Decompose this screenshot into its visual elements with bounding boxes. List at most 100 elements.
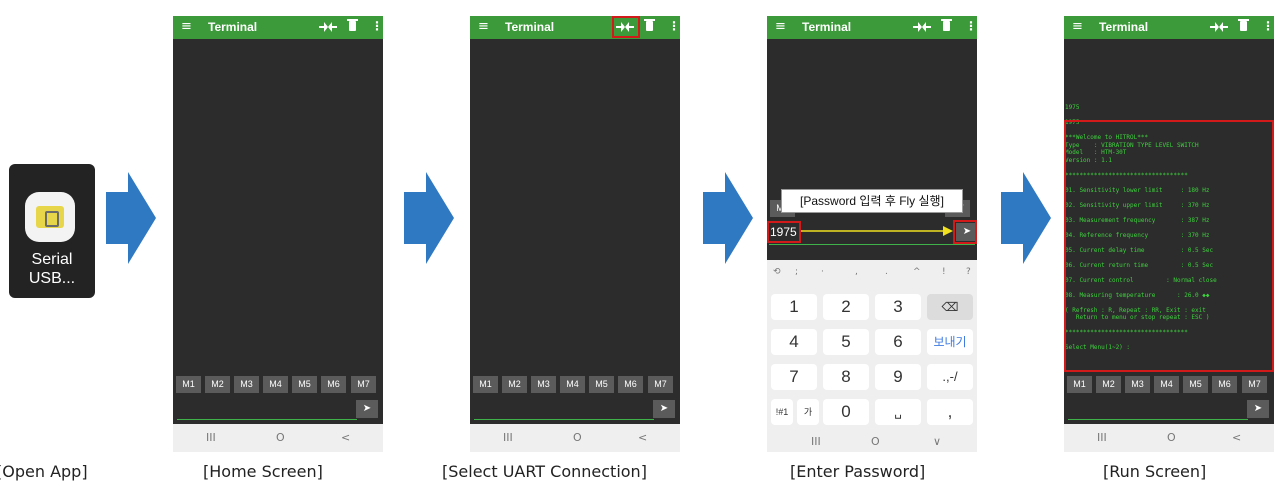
nav-back-icon[interactable]: < [1232, 431, 1241, 444]
symbol-key[interactable]: · [821, 267, 824, 277]
macro-button-m3[interactable]: M3 [234, 376, 259, 393]
nav-back-icon[interactable]: < [341, 431, 350, 444]
app-label-line2: USB... [28, 270, 76, 287]
connect-icon[interactable] [1210, 20, 1228, 34]
macro-button-m3[interactable]: M3 [1125, 376, 1150, 393]
send-input[interactable] [1068, 419, 1248, 420]
nav-hide-keyboard-icon[interactable]: ∨ [933, 435, 941, 448]
macro-button-m3[interactable]: M3 [531, 376, 556, 393]
macro-button-m6[interactable]: M6 [1212, 376, 1237, 393]
macro-button-m7[interactable]: M7 [1242, 376, 1267, 393]
key-hangul[interactable]: 가 [797, 399, 819, 425]
connect-icon[interactable] [913, 20, 931, 34]
symbol-key[interactable]: ^ [913, 267, 921, 277]
nav-home-icon[interactable]: O [871, 435, 880, 448]
key-2[interactable]: 2 [823, 294, 869, 320]
macro-button-m4[interactable]: M4 [560, 376, 585, 393]
trash-icon[interactable] [347, 19, 358, 31]
nav-recent-icon[interactable]: III [1097, 431, 1107, 444]
macro-button-m7[interactable]: M7 [351, 376, 376, 393]
key-1[interactable]: 1 [771, 294, 817, 320]
send-input[interactable] [474, 419, 654, 420]
macro-button-m5[interactable]: M5 [589, 376, 614, 393]
nav-home-icon[interactable]: O [573, 431, 582, 444]
more-options-icon[interactable]: ⋮ [1262, 19, 1274, 33]
key-9[interactable]: 9 [875, 364, 921, 390]
more-options-icon[interactable]: ⋮ [668, 19, 680, 33]
key-4[interactable]: 4 [771, 329, 817, 355]
connect-icon[interactable] [319, 20, 337, 34]
macro-button-m1[interactable]: M1 [176, 376, 201, 393]
terminal-line: 1975 [1065, 104, 1080, 111]
key-3[interactable]: 3 [875, 294, 921, 320]
more-options-icon[interactable]: ⋮ [965, 19, 977, 33]
more-options-icon[interactable]: ⋮ [371, 19, 383, 33]
macro-button-m6[interactable]: M6 [618, 376, 643, 393]
menu-icon[interactable]: ≡ [775, 19, 786, 34]
input-underline [769, 244, 975, 245]
key-send[interactable]: 보내기 [927, 329, 973, 355]
caption-enter-password: [Enter Password] [790, 462, 926, 481]
app-toolbar: ≡ Terminal ⋮ [1064, 16, 1274, 39]
flow-arrow-icon [404, 172, 454, 264]
macro-button-m5[interactable]: M5 [1183, 376, 1208, 393]
send-input[interactable] [177, 419, 357, 420]
key-symbols[interactable]: !#1 [771, 399, 793, 425]
trash-icon[interactable] [941, 19, 952, 31]
macro-button-m2[interactable]: M2 [502, 376, 527, 393]
system-nav-bar: III O < [1064, 424, 1274, 452]
symbol-key[interactable]: ? [966, 267, 971, 277]
symbol-key[interactable]: ! [942, 267, 946, 277]
system-nav-bar: III O < [173, 424, 383, 452]
menu-icon[interactable]: ≡ [478, 19, 489, 34]
yellow-guide-arrow-icon [801, 226, 953, 236]
symbol-key[interactable]: , [855, 267, 858, 277]
nav-back-icon[interactable]: < [638, 431, 647, 444]
send-button[interactable]: ➤ [356, 400, 378, 418]
macro-button-m1[interactable]: M1 [1067, 376, 1092, 393]
trash-icon[interactable] [1238, 19, 1249, 31]
macro-button-m5[interactable]: M5 [292, 376, 317, 393]
macro-button-m4[interactable]: M4 [263, 376, 288, 393]
macro-button-m1[interactable]: M1 [473, 376, 498, 393]
nav-home-icon[interactable]: O [1167, 431, 1176, 444]
menu-icon[interactable]: ≡ [1072, 19, 1083, 34]
macro-button-m6[interactable]: M6 [321, 376, 346, 393]
menu-icon[interactable]: ≡ [181, 19, 192, 34]
key-0[interactable]: 0 [823, 399, 869, 425]
nav-home-icon[interactable]: O [276, 431, 285, 444]
app-label-line1: Serial [31, 251, 73, 268]
trash-icon[interactable] [644, 19, 655, 31]
nav-recent-icon[interactable]: III [503, 431, 513, 444]
usb-app-icon[interactable] [25, 192, 75, 242]
macro-button-m2[interactable]: M2 [1096, 376, 1121, 393]
macro-button-m7[interactable]: M7 [648, 376, 673, 393]
key-comma[interactable]: , [927, 399, 973, 425]
phone-run-screen: ≡ Terminal ⋮ 1975 1975 ***Welcome to HITRO… [1064, 16, 1274, 452]
key-punctuation[interactable]: .,-/ [927, 364, 973, 390]
key-5[interactable]: 5 [823, 329, 869, 355]
key-8[interactable]: 8 [823, 364, 869, 390]
space-key-icon[interactable]: ␣ [875, 399, 921, 425]
key-7[interactable]: 7 [771, 364, 817, 390]
toolbar-title: Terminal [1099, 20, 1149, 34]
nav-recent-icon[interactable]: III [811, 435, 821, 448]
highlight-output-box [1064, 120, 1274, 372]
symbol-key[interactable]: ; [795, 267, 798, 277]
highlight-password-box [767, 221, 801, 243]
rotate-key-icon[interactable]: ⟲ [773, 267, 781, 277]
symbol-key[interactable]: . [885, 267, 888, 277]
phone-select-uart-screen: ≡ Terminal ⋮ M1 M2 M3 M4 M5 M6 M7 ➤ III … [470, 16, 680, 452]
usb-plug-icon [36, 206, 64, 228]
send-button[interactable]: ➤ [653, 400, 675, 418]
macro-button-m4[interactable]: M4 [1154, 376, 1179, 393]
send-button[interactable]: ➤ [1247, 400, 1269, 418]
nav-recent-icon[interactable]: III [206, 431, 216, 444]
macro-bar: M1 M2 M3 M4 M5 M6 M7 [1064, 374, 1274, 396]
app-launcher-card[interactable]: Serial USB... [9, 164, 95, 298]
backspace-key-icon[interactable]: ⌫ [927, 294, 973, 320]
caption-open-app: [Open App] [0, 462, 88, 481]
toolbar-title: Terminal [802, 20, 852, 34]
key-6[interactable]: 6 [875, 329, 921, 355]
macro-button-m2[interactable]: M2 [205, 376, 230, 393]
